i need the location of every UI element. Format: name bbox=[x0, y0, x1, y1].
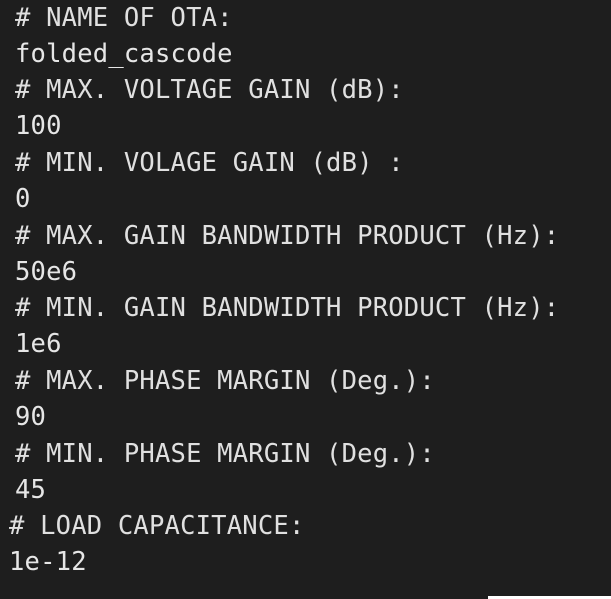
line-8-max-gbw-value: 50e6 bbox=[15, 257, 78, 287]
line-12-max-phase-margin-value: 90 bbox=[15, 402, 47, 432]
line-14-min-phase-margin-value: 45 bbox=[15, 475, 47, 505]
line-6-min-voltage-gain-value: 0 bbox=[15, 184, 31, 214]
line-16-load-capacitance-value: 1e-12 bbox=[9, 547, 87, 577]
line-4-max-voltage-gain-value: 100 bbox=[15, 111, 62, 141]
text-editor[interactable]: # NAME OF OTA: folded_cascode # MAX. VOL… bbox=[0, 0, 611, 599]
line-7-max-gbw-comment: # MAX. GAIN BANDWIDTH PRODUCT (Hz): bbox=[15, 221, 560, 251]
line-2-ota-name-value: folded_cascode bbox=[15, 39, 233, 69]
line-9-min-gbw-comment: # MIN. GAIN BANDWIDTH PRODUCT (Hz): bbox=[15, 293, 560, 323]
line-10-min-gbw-value: 1e6 bbox=[15, 329, 62, 359]
line-5-min-voltage-gain-comment: # MIN. VOLAGE GAIN (dB) : bbox=[15, 148, 404, 178]
line-3-max-voltage-gain-comment: # MAX. VOLTAGE GAIN (dB): bbox=[15, 75, 404, 105]
line-15-load-capacitance-comment: # LOAD CAPACITANCE: bbox=[9, 511, 305, 541]
line-13-min-phase-margin-comment: # MIN. PHASE MARGIN (Deg.): bbox=[15, 439, 435, 469]
line-1-name-of-ota-comment: # NAME OF OTA: bbox=[15, 3, 233, 33]
line-11-max-phase-margin-comment: # MAX. PHASE MARGIN (Deg.): bbox=[15, 366, 435, 396]
